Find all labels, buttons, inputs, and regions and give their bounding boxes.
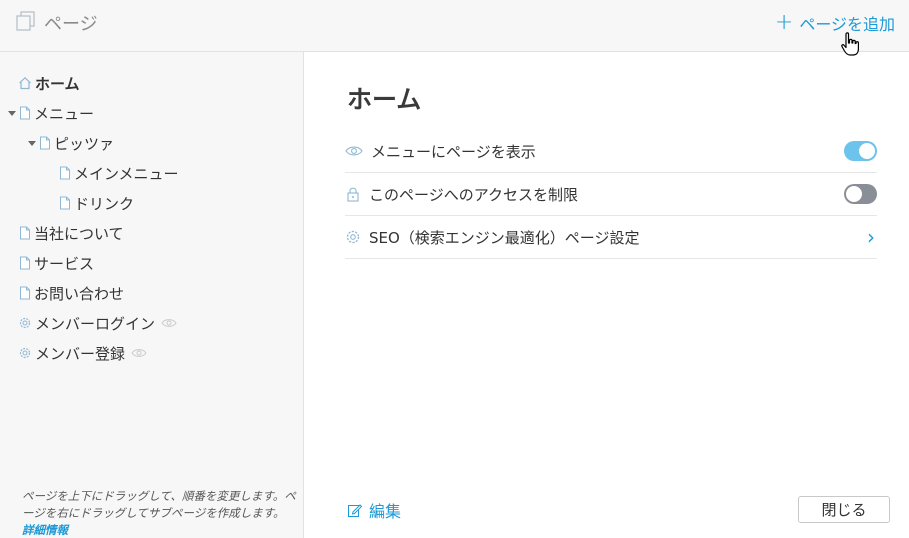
chevron-right-icon[interactable]: ›: [867, 227, 875, 247]
sidebar-item-services[interactable]: サービス: [19, 252, 94, 274]
caret-down-icon[interactable]: [28, 140, 36, 146]
eye-icon: [161, 318, 177, 328]
sidebar-item-label: メニュー: [34, 104, 95, 123]
sidebar-item-label: ドリンク: [74, 194, 135, 213]
sidebar-item-label: ピッツァ: [54, 134, 115, 153]
sidebar-item-label: メインメニュー: [74, 164, 179, 183]
seo-settings-label: SEO（検索エンジン最適化）ページ設定: [369, 228, 640, 247]
page-icon: [59, 166, 71, 180]
page-icon: [19, 226, 31, 240]
sidebar-item-drinks[interactable]: ドリンク: [59, 192, 134, 214]
lock-icon: [345, 186, 361, 202]
sidebar-item-member-login[interactable]: メンバーログイン: [18, 312, 177, 334]
pages-icon: [16, 11, 36, 35]
sidebar-item-label: お問い合わせ: [34, 284, 125, 303]
page-icon: [19, 106, 31, 120]
sidebar-item-member-register[interactable]: メンバー登録: [18, 342, 147, 364]
sidebar-item-main-menu[interactable]: メインメニュー: [59, 162, 179, 184]
restrict-access-label: このページへのアクセスを制限: [369, 185, 578, 204]
sidebar-item-home[interactable]: ホーム: [18, 72, 80, 94]
more-info-link[interactable]: 詳細情報: [22, 523, 68, 537]
sidebar-item-label: メンバー登録: [35, 344, 126, 363]
gear-icon: [345, 229, 361, 245]
drag-help-note: ページを上下にドラッグして、順番を変更します。ページを右にドラッグしてサブページ…: [22, 488, 297, 538]
restrict-access-row[interactable]: このページへのアクセスを制限: [345, 173, 877, 216]
sidebar-item-label: 当社について: [34, 224, 124, 243]
caret-down-icon[interactable]: [8, 110, 16, 116]
sidebar-item-pizza[interactable]: ピッツァ: [28, 132, 114, 154]
header-title: ページ: [16, 10, 98, 36]
page-settings-title: ホーム: [347, 85, 422, 114]
sidebar-item-label: メンバーログイン: [35, 314, 156, 333]
home-icon: [18, 76, 32, 90]
add-page-button[interactable]: + ページを追加: [775, 11, 895, 35]
show-in-menu-row[interactable]: メニューにページを表示: [345, 130, 877, 173]
edit-button[interactable]: 編集: [347, 498, 401, 522]
page-icon: [39, 136, 51, 150]
page-settings-panel: ホーム メニューにページを表示 このページへのアクセスを制限 SEO（検索エンジ…: [305, 52, 909, 538]
show-in-menu-toggle[interactable]: [844, 141, 877, 161]
sidebar-item-menu[interactable]: メニュー: [8, 102, 94, 124]
pencil-icon: [347, 502, 363, 518]
page-icon: [19, 286, 31, 300]
page-tree-sidebar: ホーム メニュー ピッツァ メインメニュー ドリンク 当社について サービス お…: [0, 52, 304, 538]
page-title: ページ: [44, 14, 98, 35]
sidebar-item-label: サービス: [34, 254, 95, 273]
gear-icon: [18, 316, 32, 330]
close-button[interactable]: 閉じる: [798, 496, 890, 523]
page-icon: [19, 256, 31, 270]
seo-settings-row[interactable]: SEO（検索エンジン最適化）ページ設定 ›: [345, 216, 877, 259]
sidebar-item-contact[interactable]: お問い合わせ: [19, 282, 124, 304]
page-header: ページ + ページを追加: [0, 0, 909, 52]
eye-icon: [345, 145, 363, 157]
show-in-menu-label: メニューにページを表示: [371, 142, 536, 161]
page-icon: [59, 196, 71, 210]
gear-icon: [18, 346, 32, 360]
drag-help-text: ページを上下にドラッグして、順番を変更します。ページを右にドラッグしてサブページ…: [22, 489, 296, 520]
sidebar-item-about[interactable]: 当社について: [19, 222, 124, 244]
plus-icon: +: [774, 10, 794, 35]
sidebar-item-label: ホーム: [35, 74, 80, 93]
edit-label: 編集: [369, 502, 402, 521]
eye-icon: [131, 348, 147, 358]
restrict-access-toggle[interactable]: [844, 184, 877, 204]
